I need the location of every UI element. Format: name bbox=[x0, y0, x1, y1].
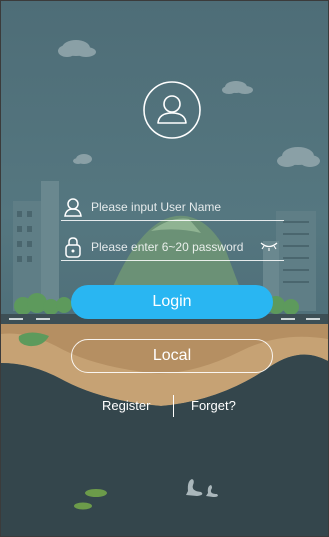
eye-closed-icon[interactable] bbox=[260, 241, 278, 251]
cloud-icon bbox=[222, 81, 253, 94]
link-divider bbox=[173, 395, 174, 417]
cloud-icon bbox=[277, 147, 320, 167]
auth-links: Register Forget? bbox=[1, 395, 328, 418]
avatar-icon bbox=[143, 81, 201, 139]
login-button[interactable]: Login bbox=[71, 285, 273, 319]
password-input[interactable] bbox=[91, 236, 251, 258]
username-input[interactable] bbox=[91, 196, 251, 218]
register-link[interactable]: Register bbox=[102, 398, 150, 413]
lock-icon bbox=[65, 237, 81, 258]
cloud-icon bbox=[73, 154, 92, 164]
app-frame: Login Local Register Forget? bbox=[0, 0, 329, 537]
cloud-icon bbox=[58, 40, 96, 57]
username-field[interactable] bbox=[61, 194, 284, 221]
password-field[interactable] bbox=[61, 234, 284, 261]
local-button[interactable]: Local bbox=[71, 339, 273, 373]
forget-link[interactable]: Forget? bbox=[191, 398, 236, 413]
user-icon bbox=[64, 198, 82, 217]
